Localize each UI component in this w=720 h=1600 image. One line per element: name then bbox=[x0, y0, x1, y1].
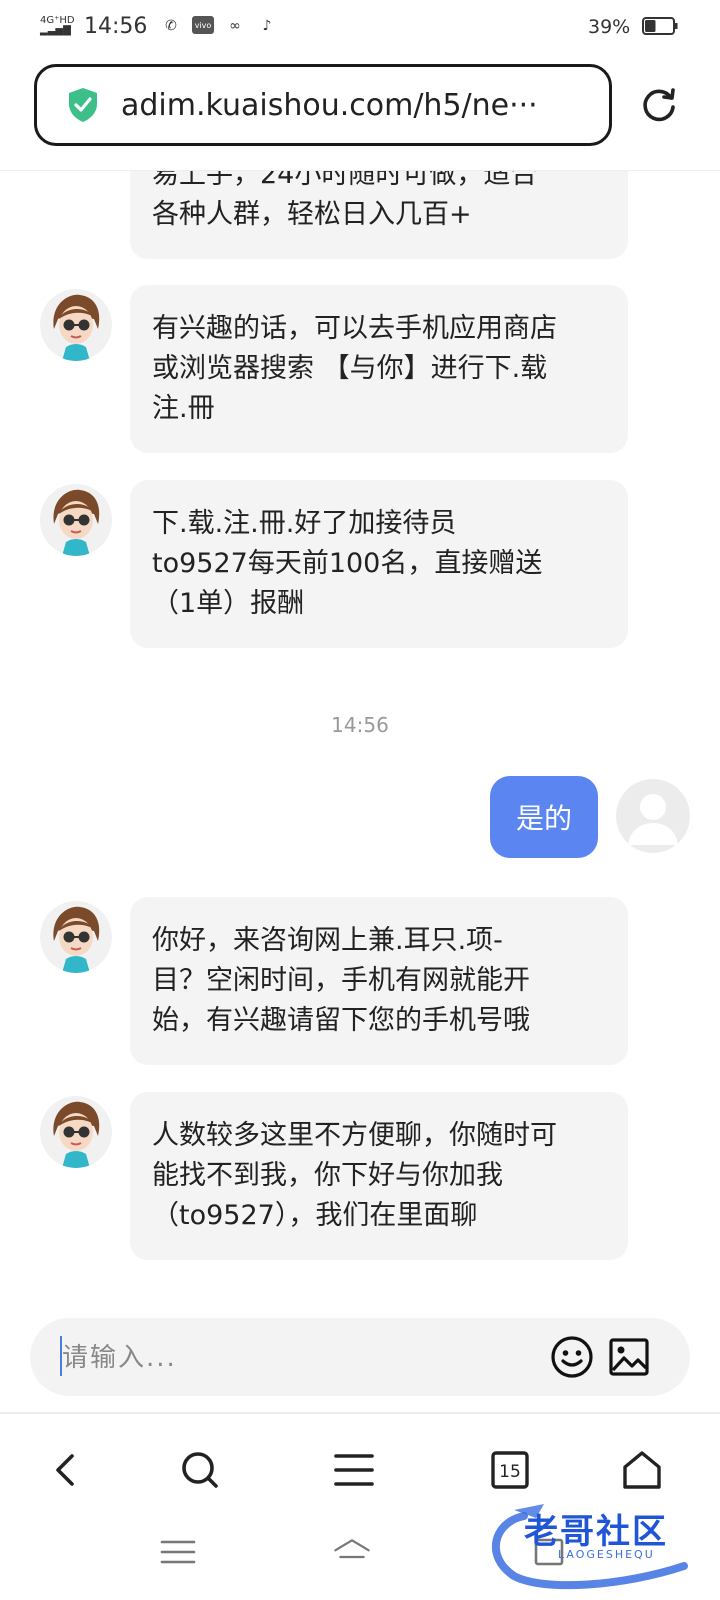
battery-percent: 39% bbox=[588, 16, 631, 38]
text-caret bbox=[60, 1336, 62, 1376]
agent-avatar[interactable] bbox=[40, 484, 112, 556]
message-text: 能找不到我，你下好与你加我 bbox=[152, 1160, 503, 1191]
network-indicator: 4G⁺HD ▂▃▅▇ bbox=[40, 16, 75, 36]
tabs-icon[interactable]: 15 bbox=[488, 1448, 532, 1492]
message-timestamp: 14:56 bbox=[331, 713, 389, 737]
user-avatar-icon bbox=[628, 794, 678, 845]
divider bbox=[0, 1412, 720, 1414]
menu-icon[interactable] bbox=[332, 1448, 376, 1492]
message-text: 有兴趣的话，可以去手机应用商店 bbox=[152, 313, 557, 344]
notification-icons: ✆ vivo ∞ ♪ bbox=[160, 16, 278, 36]
agent-avatar[interactable] bbox=[40, 289, 112, 361]
search-icon[interactable] bbox=[178, 1448, 222, 1492]
watermark-subtitle: LAOGESHEQU bbox=[558, 1548, 655, 1561]
tabs-count: 15 bbox=[499, 1462, 521, 1482]
message-text: 注.冊 bbox=[152, 393, 215, 424]
message-bubble: 你好，来咨询网上兼.耳只.项- 目？空闲时间，手机有网就能开 始，有兴趣请留下您… bbox=[130, 897, 628, 1065]
address-bar[interactable]: adim.kuaishou.com/h5/ne··· bbox=[34, 64, 612, 146]
reload-icon[interactable] bbox=[640, 86, 678, 124]
message-bubble: 易上手，24小时随时可做，适合 各种人群，轻松日入几百+ bbox=[130, 171, 628, 259]
battery-icon bbox=[642, 17, 678, 35]
user-avatar[interactable] bbox=[616, 779, 690, 853]
message-text: 人数较多这里不方便聊，你随时可 bbox=[152, 1120, 557, 1151]
message-bubble: 下.载.注.冊.好了加接待员 to9527每天前100名，直接赠送 （1单）报酬 bbox=[130, 480, 628, 648]
recent-apps-icon[interactable] bbox=[158, 1534, 198, 1570]
signal-bars-icon: ▂▃▅▇ bbox=[40, 25, 71, 36]
message-text: 是的 bbox=[515, 802, 572, 835]
emoji-icon[interactable] bbox=[550, 1335, 594, 1379]
message-text: 易上手，24小时随时可做，适合 bbox=[152, 171, 538, 190]
status-time: 14:56 bbox=[84, 14, 148, 39]
status-bar: 4G⁺HD ▂▃▅▇ 14:56 ✆ vivo ∞ ♪ 39% bbox=[0, 0, 720, 56]
vivo-icon: vivo bbox=[192, 16, 214, 34]
message-bubble: 人数较多这里不方便聊，你随时可 能找不到我，你下好与你加我 （to9527），我… bbox=[130, 1092, 628, 1260]
message-text: 目？空闲时间，手机有网就能开 bbox=[152, 965, 530, 996]
secure-shield-icon bbox=[69, 88, 97, 122]
user-message-bubble: 是的 bbox=[490, 776, 598, 858]
system-home-icon[interactable] bbox=[332, 1534, 372, 1570]
tiktok-icon: ♪ bbox=[262, 18, 272, 34]
watermark-logo: 老哥社区 LAOGESHEQU bbox=[484, 1496, 714, 1592]
message-text: 始，有兴趣请留下您的手机号哦 bbox=[152, 1005, 530, 1036]
message-text: to9527每天前100名，直接赠送 bbox=[152, 548, 543, 579]
home-icon[interactable] bbox=[620, 1448, 664, 1492]
watermark-title: 老哥社区 bbox=[524, 1512, 668, 1552]
message-input[interactable] bbox=[60, 1332, 484, 1384]
link-icon: ∞ bbox=[229, 18, 241, 34]
avatar-illustration bbox=[53, 1101, 100, 1168]
avatar-illustration bbox=[53, 906, 100, 973]
agent-avatar[interactable] bbox=[40, 1096, 112, 1168]
agent-avatar[interactable] bbox=[40, 901, 112, 973]
back-icon[interactable] bbox=[45, 1448, 89, 1492]
message-input-bar bbox=[30, 1318, 690, 1396]
url-text[interactable]: adim.kuaishou.com/h5/ne··· bbox=[121, 88, 538, 123]
message-text: 你好，来咨询网上兼.耳只.项- bbox=[152, 925, 503, 956]
chat-area[interactable]: 易上手，24小时随时可做，适合 各种人群，轻松日入几百+ 有兴趣的话，可以去手机… bbox=[0, 171, 720, 1401]
message-text: 下.载.注.冊.好了加接待员 bbox=[152, 508, 457, 539]
message-text: （to9527），我们在里面聊 bbox=[152, 1200, 478, 1231]
message-text: （1单）报酬 bbox=[152, 588, 305, 619]
image-icon[interactable] bbox=[608, 1336, 650, 1378]
message-text: 各种人群，轻松日入几百+ bbox=[152, 199, 472, 230]
avatar-illustration bbox=[53, 294, 100, 361]
wechat-icon: ✆ bbox=[165, 18, 177, 34]
avatar-illustration bbox=[53, 489, 100, 556]
message-text: 或浏览器搜索 【与你】进行下.载 bbox=[152, 353, 548, 384]
message-bubble: 有兴趣的话，可以去手机应用商店 或浏览器搜索 【与你】进行下.载 注.冊 bbox=[130, 285, 628, 453]
